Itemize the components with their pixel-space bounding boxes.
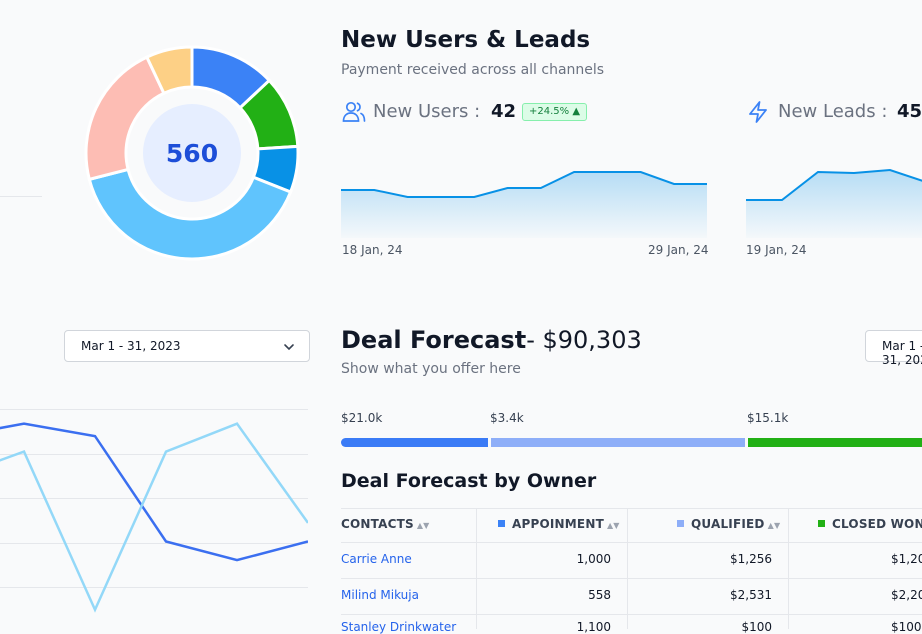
- legend-square: [818, 520, 825, 527]
- new-leads-start-date: 19 Jan, 24: [746, 243, 807, 257]
- deal-forecast-subtitle: Show what you offer here: [341, 361, 521, 377]
- deal-date-range-select[interactable]: Mar 1 - 31, 2023: [865, 330, 922, 367]
- appointment-cell: 1,100: [576, 620, 611, 634]
- growth-badge: +24.5% ▲: [522, 103, 588, 121]
- deal-forecast-title: Deal Forecast: [341, 326, 527, 354]
- appointment-cell: 558: [588, 588, 611, 602]
- line-series: [0, 422, 308, 562]
- sort-icon: ▲▼: [416, 521, 430, 530]
- users-leads-subtitle: Payment received across all channels: [341, 62, 605, 78]
- legend-square: [498, 520, 505, 527]
- column-divider: [476, 508, 477, 629]
- column-header-appointment[interactable]: APPOINMENT ▲▼: [498, 517, 620, 531]
- qualified-cell: $1,256: [730, 552, 772, 566]
- deal-forecast-amount: $90,303: [542, 326, 642, 354]
- appointment-cell: 1,000: [576, 552, 611, 566]
- line-chart-plot: [0, 422, 308, 613]
- column-divider: [627, 508, 628, 629]
- chevron-down-icon: [284, 344, 294, 351]
- sort-icon: ▲▼: [606, 521, 620, 530]
- column-header-qualified[interactable]: QUALIFIED ▲▼: [677, 517, 780, 531]
- divider: [341, 508, 922, 509]
- new-users-label: New Users :: [373, 101, 481, 122]
- column-header-closed-won[interactable]: CLOSED WON: [818, 517, 922, 531]
- contact-link[interactable]: Carrie Anne: [341, 552, 412, 566]
- users-leads-title: New Users & Leads: [341, 27, 591, 53]
- segment-label: $21.0k: [341, 411, 383, 425]
- forecast-bar-segment: [491, 438, 745, 447]
- lightning-icon: [749, 101, 767, 123]
- deal-forecast-heading: Deal Forecast- $90,303: [341, 326, 642, 354]
- deal-date-range-value: Mar 1 - 31, 2023: [882, 339, 922, 367]
- segment-label: $15.1k: [747, 411, 789, 425]
- divider: [0, 196, 42, 197]
- new-leads-sparkline: [746, 168, 922, 238]
- column-divider: [788, 508, 789, 629]
- divider: [341, 614, 922, 615]
- new-users-end-date: 29 Jan, 24: [648, 243, 709, 257]
- legend-square: [677, 520, 684, 527]
- donut-total: 560: [166, 139, 218, 168]
- line-series: [0, 422, 308, 613]
- contact-link[interactable]: Stanley Drinkwater: [341, 620, 456, 634]
- column-header-contacts[interactable]: CONTACTS ▲▼: [341, 517, 430, 531]
- date-range-select[interactable]: Mar 1 - 31, 2023: [64, 330, 310, 362]
- sort-icon: ▲▼: [767, 521, 781, 530]
- new-users-start-date: 18 Jan, 24: [342, 243, 403, 257]
- sparkline-area: [746, 170, 922, 238]
- divider: [341, 542, 922, 543]
- forecast-bar-segment: [748, 438, 922, 447]
- closed-won-cell: $1,200: [891, 552, 922, 566]
- divider: [341, 578, 922, 579]
- qualified-cell: $2,531: [730, 588, 772, 602]
- forecast-bar-segment: [341, 438, 488, 447]
- new-leads-label: New Leads :: [778, 101, 888, 122]
- by-owner-title: Deal Forecast by Owner: [341, 470, 597, 492]
- closed-won-cell: $2,200: [891, 588, 922, 602]
- donut-chart: 560: [84, 45, 300, 261]
- contact-link[interactable]: Milind Mikuja: [341, 588, 419, 602]
- sparkline-area: [341, 172, 707, 238]
- new-users-value: 42: [491, 101, 517, 122]
- date-range-value: Mar 1 - 31, 2023: [81, 339, 181, 353]
- qualified-cell: $100: [741, 620, 772, 634]
- closed-won-cell: $100: [891, 620, 922, 634]
- new-leads-value: 45: [897, 101, 922, 122]
- new-users-sparkline: [341, 171, 707, 238]
- segment-label: $3.4k: [490, 411, 524, 425]
- users-icon: [342, 101, 366, 122]
- deal-forecast-separator: -: [526, 326, 543, 354]
